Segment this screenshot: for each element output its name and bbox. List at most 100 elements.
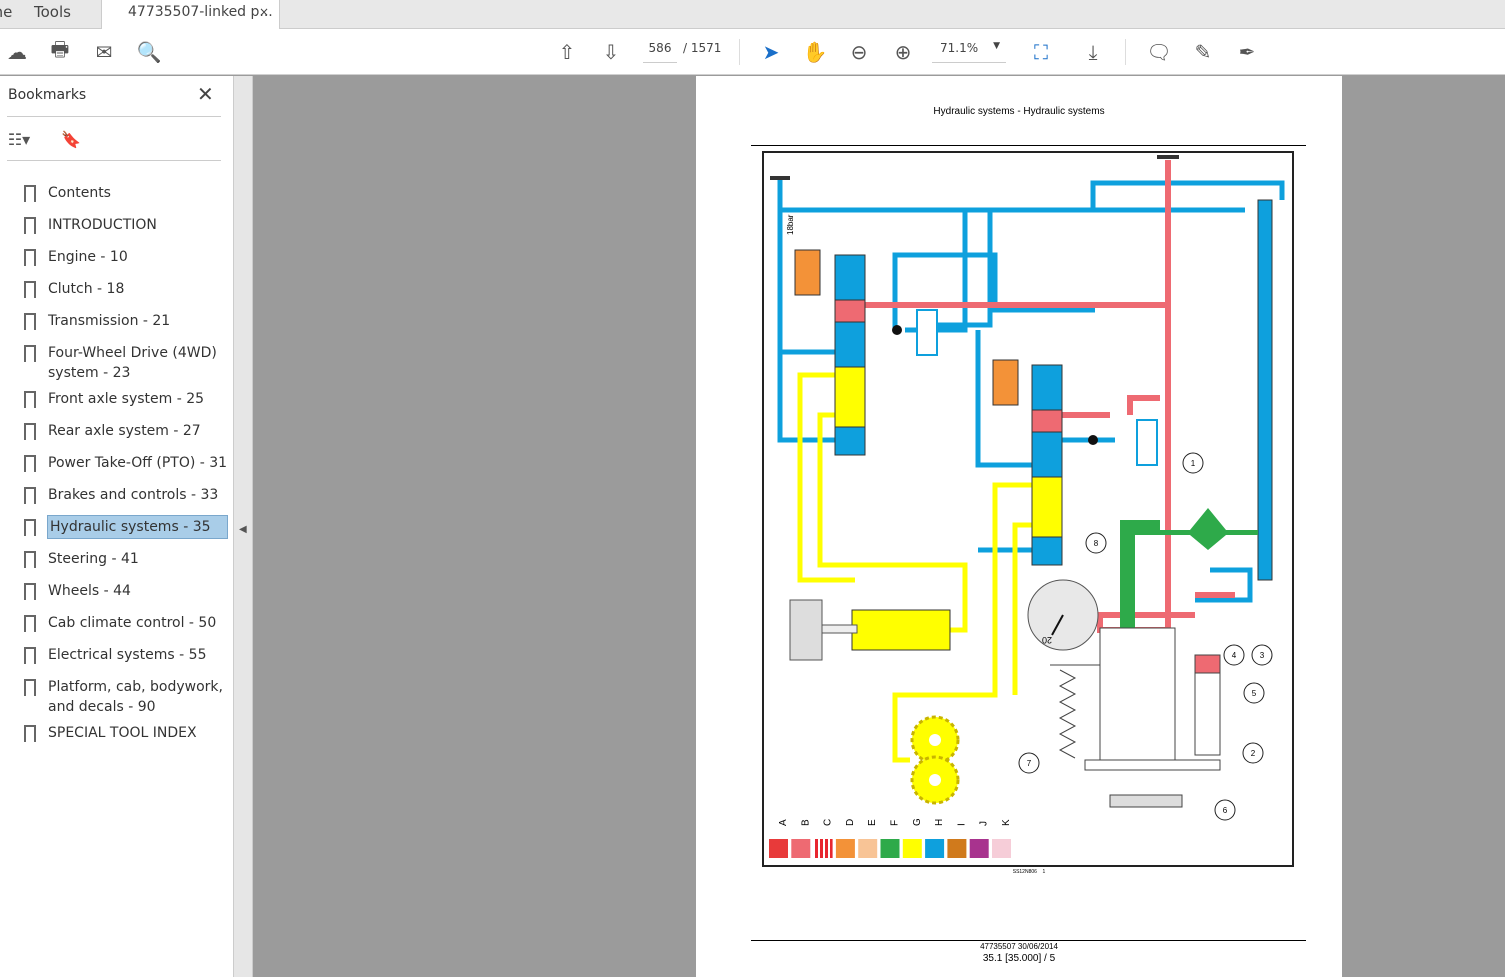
bookmark-icon	[24, 249, 36, 267]
close-panel-icon[interactable]: ✕	[197, 82, 214, 106]
bookmark-label: Wheels - 44	[48, 583, 131, 599]
blue-tank-line	[1257, 199, 1273, 581]
hand-tool-icon[interactable]: ✋	[802, 39, 828, 65]
legend-label: J	[979, 821, 990, 826]
panel-collapse-handle[interactable]: ◀	[234, 76, 253, 977]
bookmark-label: Clutch - 18	[48, 281, 125, 297]
bookmark-label: Power Take-Off (PTO) - 31	[48, 455, 228, 471]
bookmark-icon	[24, 185, 36, 203]
divider	[739, 39, 740, 65]
footer-doc: 47735507 30/06/2014	[980, 942, 1058, 951]
legend-label: H	[934, 819, 945, 826]
tab-tools[interactable]: Tools	[34, 0, 71, 29]
divider	[7, 160, 221, 161]
scroll-mode-icon[interactable]: ⤓	[1080, 39, 1106, 65]
svg-text:4: 4	[1232, 651, 1237, 660]
pump-assembly	[1050, 627, 1221, 808]
bookmark-label: SPECIAL TOOL INDEX	[48, 725, 197, 741]
bookmark-add-icon[interactable]: 🔖	[58, 126, 84, 152]
svg-text:2: 2	[1251, 749, 1256, 758]
highlight-pen-icon[interactable]: ✎	[1190, 39, 1216, 65]
bookmark-label: Engine - 10	[48, 249, 128, 265]
panel-title: Bookmarks	[8, 87, 87, 103]
svg-text:3: 3	[1260, 651, 1265, 660]
legend-swatch-B	[791, 839, 811, 858]
options-list-icon[interactable]: ☷▾	[6, 126, 32, 152]
legend-swatch-K	[992, 839, 1011, 858]
toolbar: ☁ 🖶 ✉ 🔍 ⇧ ⇩ 586 / 1571 ➤ ✋ ⊖ ⊕ 71.1% ▼ ⛶ …	[0, 29, 1505, 75]
fit-page-icon[interactable]: ⛶	[1028, 39, 1054, 65]
legend-label: B	[800, 819, 811, 826]
legend-label: E	[867, 819, 878, 826]
callout-6: 6	[1214, 799, 1236, 821]
sign-pen-icon[interactable]: ✒	[1234, 39, 1260, 65]
svg-text:5: 5	[1252, 689, 1257, 698]
callout-4: 4	[1223, 644, 1245, 666]
callout-5: 5	[1243, 682, 1265, 704]
gear-pump	[910, 715, 960, 805]
legend-label: F	[890, 820, 901, 826]
bookmark-icon	[24, 455, 36, 473]
callout-3: 3	[1251, 644, 1273, 666]
print-icon[interactable]: 🖶	[47, 37, 73, 65]
svg-text:1: 1	[1191, 459, 1196, 468]
bookmark-label: Rear axle system - 27	[48, 423, 201, 439]
select-cursor-icon[interactable]: ➤	[758, 39, 784, 65]
bookmark-icon	[24, 647, 36, 665]
page-down-icon[interactable]: ⇩	[598, 39, 624, 65]
bookmark-icon	[24, 725, 36, 743]
bookmark-icon	[24, 345, 36, 363]
chevron-down-icon: ▼	[993, 41, 1000, 51]
svg-text:7: 7	[1027, 759, 1032, 768]
bookmark-icon	[24, 313, 36, 331]
bookmark-label: Contents	[48, 185, 111, 201]
legend-label: G	[912, 818, 923, 826]
bookmark-icon	[24, 583, 36, 601]
search-icon[interactable]: 🔍	[136, 39, 162, 65]
divider	[1125, 39, 1126, 65]
bookmark-label: Steering - 41	[48, 551, 139, 567]
pdf-page: Hydraulic systems - Hydraulic systems 20…	[696, 76, 1342, 977]
legend-label: D	[845, 819, 856, 826]
page-header: Hydraulic systems - Hydraulic systems	[933, 106, 1105, 117]
footer-rule	[751, 940, 1306, 941]
legend-label: K	[1001, 819, 1012, 826]
callout-2: 2	[1242, 742, 1264, 764]
bookmark-icon	[24, 615, 36, 633]
legend-swatch-H	[925, 839, 945, 858]
bookmark-label: Four-Wheel Drive (4WD) system - 23	[48, 345, 217, 381]
bookmark-icon	[24, 679, 36, 697]
legend-swatch-C	[813, 839, 833, 858]
legend-label: C	[823, 819, 834, 826]
bookmarks-panel: Bookmarks ✕ ☷▾ 🔖 Contents INTRODUCTION Eng…	[0, 76, 234, 977]
zoom-select[interactable]: 71.1% ▼	[932, 41, 1006, 63]
tab-document[interactable]: 47735507-linked p... ×	[101, 0, 280, 30]
page-up-icon[interactable]: ⇧	[554, 39, 580, 65]
legend-label: I	[956, 823, 967, 826]
legend-swatch-A	[769, 839, 788, 858]
legend-swatch-E	[858, 839, 878, 858]
color-legend: A B C D E F G H I J K	[769, 818, 1012, 858]
email-icon[interactable]: ✉	[91, 39, 117, 65]
callout-1: 1	[1182, 452, 1204, 474]
bookmark-icon	[24, 551, 36, 569]
legend-swatch-J	[969, 839, 989, 858]
footer-page: 35.1 [35.000] / 5	[982, 953, 1056, 964]
svg-text:6: 6	[1223, 806, 1228, 815]
tab-bar: Home Tools 47735507-linked p...×	[0, 0, 1505, 30]
zoom-in-icon[interactable]: ⊕	[890, 39, 916, 65]
svg-text:8: 8	[1094, 539, 1099, 548]
zoom-out-icon[interactable]: ⊖	[846, 39, 872, 65]
bookmark-label: Transmission - 21	[48, 313, 171, 329]
bookmark-icon	[24, 281, 36, 299]
bookmark-icon	[24, 391, 36, 409]
page-total: / 1571	[683, 41, 722, 55]
load-block	[789, 599, 823, 661]
page-number-input[interactable]: 586	[643, 41, 677, 63]
close-tab-icon[interactable]: ×	[259, 0, 269, 24]
upload-cloud-icon[interactable]: ☁	[4, 39, 30, 65]
legend-swatch-G	[902, 839, 922, 858]
bookmark-label: Platform, cab, bodywork, and decals - 90	[48, 679, 223, 715]
comment-icon[interactable]: 🗨	[1146, 39, 1172, 65]
figure-reference: SS12N806 1	[1012, 869, 1046, 875]
